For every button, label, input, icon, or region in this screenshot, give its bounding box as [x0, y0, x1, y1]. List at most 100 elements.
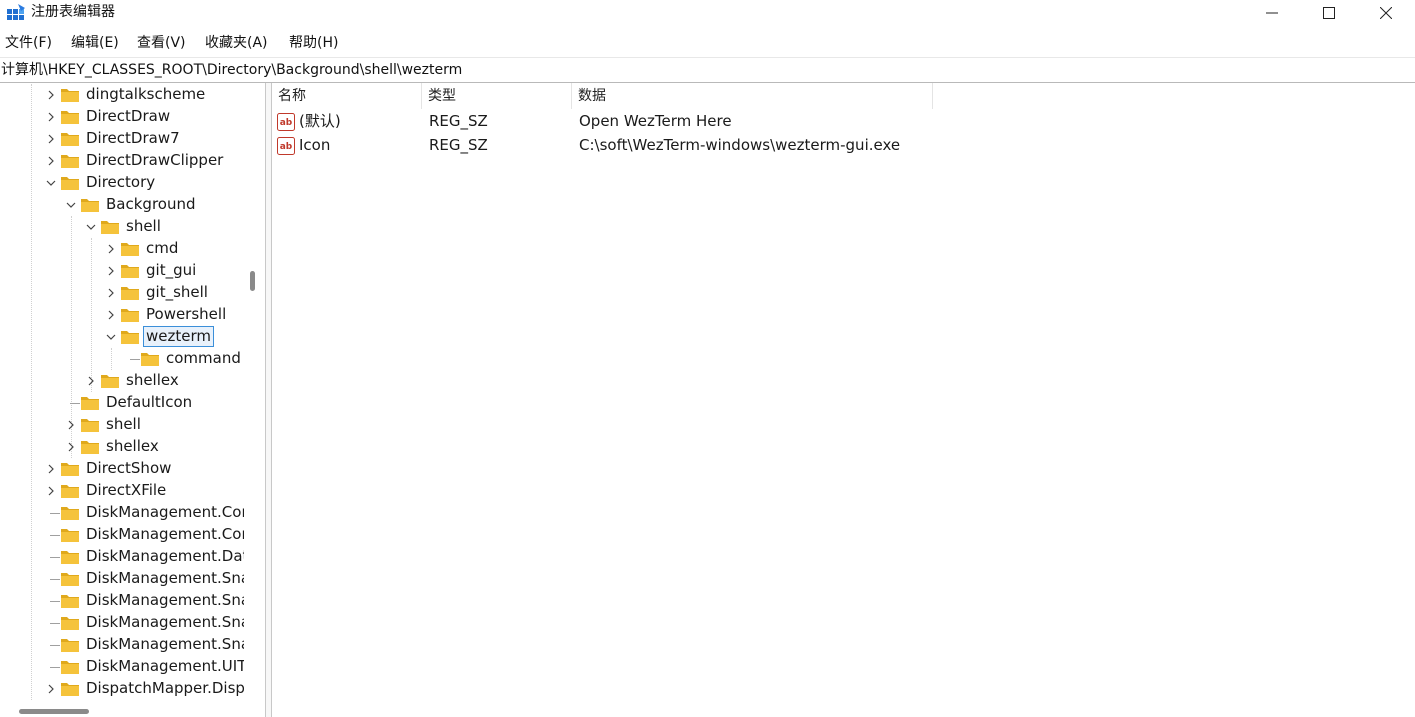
tree-node-label: DispatchMapper.Disp — [86, 679, 244, 697]
folder-icon — [121, 331, 139, 344]
chevron-right-icon[interactable] — [64, 418, 78, 432]
tree-node[interactable]: DiskManagement.Cor — [0, 524, 244, 546]
chevron-right-icon[interactable] — [104, 286, 118, 300]
tree-node[interactable]: shell — [0, 216, 244, 238]
tree-node[interactable]: DefaultIcon — [0, 392, 244, 414]
string-value-icon: ab — [277, 113, 295, 131]
tree-connector — [50, 601, 60, 602]
menu-file[interactable]: 文件(F) — [5, 33, 52, 54]
chevron-right-icon[interactable] — [104, 242, 118, 256]
tree-node[interactable]: git_shell — [0, 282, 244, 304]
chevron-right-icon[interactable] — [84, 374, 98, 388]
chevron-right-icon[interactable] — [104, 308, 118, 322]
chevron-right-icon[interactable] — [44, 154, 58, 168]
tree-node-label-selected: wezterm — [143, 326, 214, 347]
tree-node[interactable]: DiskManagement.Sna — [0, 634, 244, 656]
minimize-button[interactable] — [1244, 0, 1300, 26]
address-path[interactable]: 计算机\HKEY_CLASSES_ROOT\Directory\Backgrou… — [1, 61, 462, 79]
tree-node[interactable]: DiskManagement.Sna — [0, 568, 244, 590]
tree-node-label: command — [166, 349, 241, 367]
value-row[interactable]: ab Icon REG_SZ C:\soft\WezTerm-windows\w… — [272, 134, 1415, 158]
tree-node[interactable]: git_gui — [0, 260, 244, 282]
tree-node[interactable]: Directory — [0, 172, 244, 194]
tree-horizontal-scrollbar-thumb[interactable] — [19, 709, 89, 714]
tree-connector — [50, 645, 60, 646]
menu-edit[interactable]: 编辑(E) — [71, 33, 119, 54]
tree-node[interactable]: DispatchMapper.Disp — [0, 678, 244, 700]
chevron-right-icon[interactable] — [44, 88, 58, 102]
close-icon — [1380, 7, 1392, 19]
chevron-down-icon[interactable] — [64, 198, 78, 212]
tree-node[interactable]: DiskManagement.Cor — [0, 502, 244, 524]
tree-node-label: DiskManagement.Sna — [86, 613, 244, 631]
folder-icon — [61, 529, 79, 542]
tree-node-label: DefaultIcon — [106, 393, 193, 411]
tree-node[interactable]: DirectDraw — [0, 106, 244, 128]
chevron-down-icon[interactable] — [104, 330, 118, 344]
close-button[interactable] — [1358, 0, 1414, 26]
tree-node-label: DiskManagement.Sna — [86, 569, 244, 587]
folder-icon — [141, 353, 159, 366]
title-bar: 注册表编辑器 — [0, 0, 1415, 30]
tree-node[interactable]: DirectDraw7 — [0, 128, 244, 150]
chevron-right-icon[interactable] — [64, 440, 78, 454]
tree-node[interactable]: DirectDrawClipper — [0, 150, 244, 172]
folder-icon — [61, 551, 79, 564]
tree-node[interactable]: Powershell — [0, 304, 244, 326]
chevron-right-icon[interactable] — [44, 132, 58, 146]
tree-node-label: DirectShow — [86, 459, 172, 477]
tree-node[interactable]: shell — [0, 414, 244, 436]
tree-node[interactable]: shellex — [0, 436, 244, 458]
tree-node[interactable]: dingtalkscheme — [0, 84, 244, 106]
chevron-right-icon[interactable] — [44, 682, 58, 696]
pane-splitter[interactable] — [265, 83, 272, 717]
tree-vertical-scrollbar-thumb[interactable] — [250, 271, 255, 291]
tree-node[interactable]: DiskManagement.Sna — [0, 590, 244, 612]
chevron-down-icon[interactable] — [44, 176, 58, 190]
values-pane[interactable]: 名称 类型 数据 ab (默认) REG_SZ Open WezTerm Her… — [272, 83, 1415, 717]
menu-help[interactable]: 帮助(H) — [289, 33, 338, 54]
tree-node[interactable]: DirectShow — [0, 458, 244, 480]
folder-icon — [61, 133, 79, 146]
tree-node-label: DiskManagement.Sna — [86, 591, 244, 609]
tree-node[interactable]: DiskManagement.Dat — [0, 546, 244, 568]
folder-icon — [121, 243, 139, 256]
key-tree-pane[interactable]: dingtalkscheme DirectDraw DirectDraw7 Direc… — [0, 83, 244, 717]
tree-node-label: Directory — [86, 173, 156, 191]
folder-icon — [61, 463, 79, 476]
menu-favorites[interactable]: 收藏夹(A) — [205, 33, 268, 54]
tree-node-label: git_shell — [146, 283, 208, 301]
tree-node[interactable]: cmd — [0, 238, 244, 260]
maximize-button[interactable] — [1301, 0, 1357, 26]
folder-icon — [121, 309, 139, 322]
column-header-type[interactable]: 类型 — [422, 83, 572, 109]
value-type: REG_SZ — [429, 136, 488, 154]
chevron-right-icon[interactable] — [44, 110, 58, 124]
folder-icon — [81, 199, 99, 212]
value-data: Open WezTerm Here — [579, 112, 732, 130]
tree-node[interactable]: Background — [0, 194, 244, 216]
chevron-down-icon[interactable] — [84, 220, 98, 234]
folder-icon — [61, 639, 79, 652]
value-row[interactable]: ab (默认) REG_SZ Open WezTerm Here — [272, 110, 1415, 134]
tree-node-label: shell — [126, 217, 161, 235]
tree-node[interactable]: DirectXFile — [0, 480, 244, 502]
tree-node[interactable]: DiskManagement.UIT — [0, 656, 244, 678]
chevron-right-icon[interactable] — [44, 462, 58, 476]
address-bar[interactable]: 计算机\HKEY_CLASSES_ROOT\Directory\Backgrou… — [0, 57, 1415, 83]
folder-icon — [61, 573, 79, 586]
tree-node[interactable]: shellex — [0, 370, 244, 392]
column-header-data[interactable]: 数据 — [572, 83, 933, 109]
folder-icon — [81, 397, 99, 410]
tree-node-label: DirectDraw7 — [86, 129, 180, 147]
chevron-right-icon[interactable] — [44, 484, 58, 498]
chevron-right-icon[interactable] — [104, 264, 118, 278]
tree-node[interactable]: command — [0, 348, 244, 370]
tree-node[interactable]: wezterm — [0, 326, 244, 348]
minimize-icon — [1266, 12, 1278, 14]
tree-node-label: cmd — [146, 239, 179, 257]
tree-node[interactable]: DiskManagement.Sna — [0, 612, 244, 634]
menu-view[interactable]: 查看(V) — [137, 33, 186, 54]
folder-icon — [101, 375, 119, 388]
column-header-name[interactable]: 名称 — [272, 83, 422, 109]
